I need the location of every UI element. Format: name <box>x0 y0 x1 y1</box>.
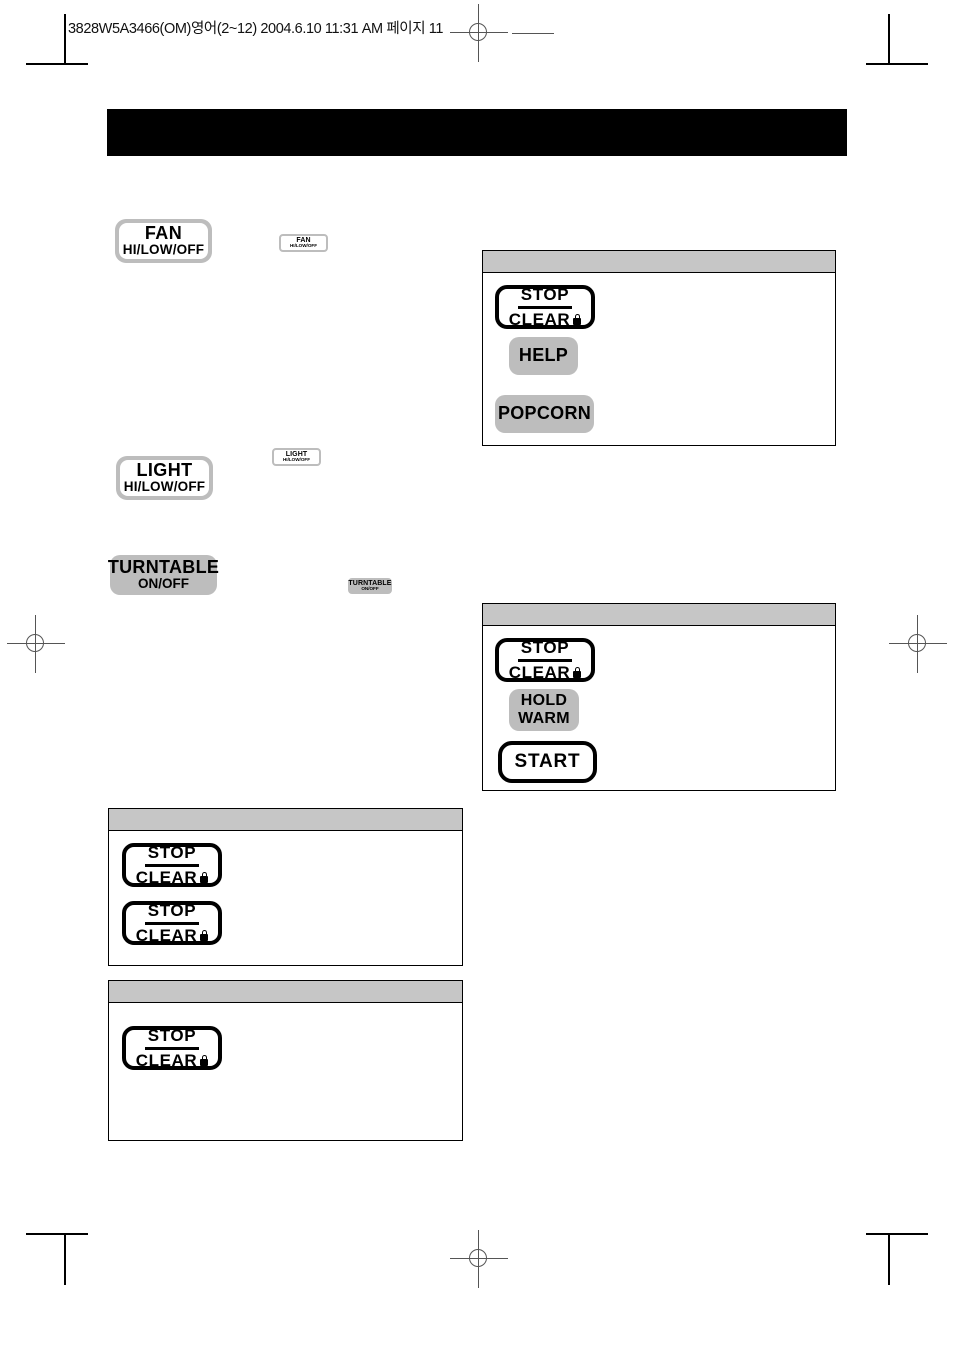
stop-clear-clear-text: CLEAR <box>135 867 198 887</box>
crop-mark-top-right-vertical <box>888 14 890 64</box>
panel-help-popcorn-heading <box>483 251 835 273</box>
section-banner <box>107 109 847 156</box>
turntable-button-thumbnail: TURNTABLE ON/OFF <box>348 578 392 594</box>
stop-clear-label-bottom: CLEAR <box>136 867 209 888</box>
turntable-button-label-primary: TURNTABLE <box>107 556 220 577</box>
light-button-thumbnail: LIGHT HI/LOW/OFF <box>272 448 321 466</box>
stop-clear-label-top: STOP <box>144 901 200 925</box>
turntable-button-label-secondary: ON/OFF <box>138 576 189 592</box>
hold-warm-button[interactable]: HOLD WARM <box>509 689 579 731</box>
popcorn-button[interactable]: POPCORN <box>495 395 594 433</box>
start-button-label: START <box>514 751 581 772</box>
crop-mark-bottom-right-horizontal <box>866 1233 928 1235</box>
popcorn-button-label: POPCORN <box>497 403 592 424</box>
lock-icon <box>200 930 209 941</box>
fan-button[interactable]: FAN HI/LOW/OFF <box>115 219 212 263</box>
stop-clear-label-bottom: CLEAR <box>509 309 582 330</box>
panel-stop-clear-pair-body: STOP CLEAR STOP CLEAR <box>109 831 462 966</box>
lock-icon-body <box>200 934 209 941</box>
panel-hold-warm-start: STOP CLEAR HOLD WARM START <box>482 603 836 791</box>
stop-clear-button[interactable]: STOP CLEAR <box>122 901 222 945</box>
registration-ring <box>908 634 926 652</box>
stop-clear-label-bottom: CLEAR <box>136 1050 209 1071</box>
crop-mark-bottom-left-vertical <box>64 1235 66 1285</box>
light-button-face: LIGHT HI/LOW/OFF <box>120 460 209 496</box>
registration-ring <box>26 634 44 652</box>
stop-clear-label-bottom: CLEAR <box>136 925 209 946</box>
lock-icon <box>200 872 209 883</box>
start-button[interactable]: START <box>498 741 597 783</box>
stop-clear-label-top: STOP <box>517 285 573 309</box>
lock-icon <box>573 314 582 325</box>
light-button[interactable]: LIGHT HI/LOW/OFF <box>116 456 213 500</box>
slug-rule <box>512 33 554 34</box>
lock-icon-body <box>200 1059 209 1066</box>
turntable-thumbnail-label-secondary: ON/OFF <box>361 586 379 592</box>
fan-button-label-primary: FAN <box>144 222 183 243</box>
print-slug-line: 3828W5A3466(OM)영어(2~12) 2004.6.10 11:31 … <box>68 21 444 37</box>
stop-clear-button[interactable]: STOP CLEAR <box>122 843 222 887</box>
panel-hold-warm-start-heading <box>483 604 835 626</box>
registration-ring <box>469 1249 487 1267</box>
light-button-label-secondary: HI/LOW/OFF <box>123 479 206 495</box>
crop-mark-top-left-vertical <box>64 14 66 64</box>
lock-icon-body <box>573 671 582 678</box>
stop-clear-clear-text: CLEAR <box>508 662 571 682</box>
hold-warm-label-secondary: WARM <box>518 710 570 727</box>
stop-clear-button[interactable]: STOP CLEAR <box>495 638 595 682</box>
panel-help-popcorn: STOP CLEAR HELP POPCORN <box>482 250 836 446</box>
registration-ring <box>469 23 487 41</box>
registration-mark-top <box>450 4 508 62</box>
panel-stop-clear-single-body: STOP CLEAR <box>109 1003 462 1141</box>
stop-clear-clear-text: CLEAR <box>135 1050 198 1070</box>
help-button-label: HELP <box>518 345 569 366</box>
turntable-button[interactable]: TURNTABLE ON/OFF <box>107 555 220 595</box>
crop-mark-top-right-horizontal <box>866 63 928 65</box>
stop-clear-clear-text: CLEAR <box>135 925 198 945</box>
fan-button-thumbnail: FAN HI/LOW/OFF <box>279 234 328 252</box>
crop-mark-top-left-horizontal <box>26 63 88 65</box>
crop-mark-bottom-left-horizontal <box>26 1233 88 1235</box>
stop-clear-label-bottom: CLEAR <box>509 662 582 683</box>
panel-stop-clear-pair-heading <box>109 809 462 831</box>
registration-mark-bottom <box>450 1230 508 1288</box>
registration-mark-right <box>889 615 947 673</box>
fan-button-label-secondary: HI/LOW/OFF <box>122 242 205 258</box>
lock-icon <box>573 667 582 678</box>
stop-clear-label-top: STOP <box>144 843 200 867</box>
lock-icon-body <box>200 876 209 883</box>
light-button-label-primary: LIGHT <box>136 459 193 480</box>
stop-clear-label-top: STOP <box>517 638 573 662</box>
help-button[interactable]: HELP <box>509 337 578 375</box>
panel-stop-clear-single: STOP CLEAR <box>108 980 463 1141</box>
crop-mark-bottom-right-vertical <box>888 1235 890 1285</box>
stop-clear-clear-text: CLEAR <box>508 309 571 329</box>
registration-mark-left <box>7 615 65 673</box>
panel-hold-warm-start-body: STOP CLEAR HOLD WARM START <box>483 626 835 791</box>
light-thumbnail-label-secondary: HI/LOW/OFF <box>282 457 311 463</box>
fan-button-face: FAN HI/LOW/OFF <box>119 223 208 259</box>
lock-icon <box>200 1055 209 1066</box>
hold-warm-label-primary: HOLD <box>520 692 568 710</box>
fan-thumbnail-label-secondary: HI/LOW/OFF <box>289 243 318 249</box>
panel-help-popcorn-body: STOP CLEAR HELP POPCORN <box>483 273 835 446</box>
stop-clear-button[interactable]: STOP CLEAR <box>122 1026 222 1070</box>
stop-clear-button[interactable]: STOP CLEAR <box>495 285 595 329</box>
stop-clear-label-top: STOP <box>144 1026 200 1050</box>
panel-stop-clear-single-heading <box>109 981 462 1003</box>
lock-icon-body <box>573 318 582 325</box>
panel-stop-clear-pair: STOP CLEAR STOP CLEAR <box>108 808 463 966</box>
